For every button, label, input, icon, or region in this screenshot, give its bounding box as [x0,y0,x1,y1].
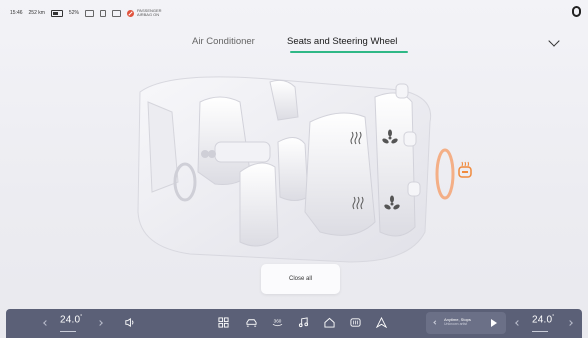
left-temperature[interactable]: 24.0° [60,314,82,325]
right-temperature[interactable]: 24.0° [532,314,554,325]
car-icon[interactable] [246,317,257,328]
tab-air-conditioner[interactable]: Air Conditioner [192,36,255,47]
right-temperature-underline [532,331,548,332]
play-icon[interactable] [491,319,497,327]
close-all-label: Close all [288,276,312,282]
signal-icon [84,9,94,17]
volume-icon[interactable] [124,317,135,328]
passenger-airbag-indicator: PASSENGER AIRBAG ON [126,8,162,18]
tab-seats-and-steering-wheel[interactable]: Seats and Steering Wheel [287,36,397,47]
close-all-button[interactable]: Close all [261,264,340,294]
defrost-icon[interactable] [350,317,361,328]
right-temp-decrease-icon[interactable] [515,320,521,326]
360-view-icon[interactable]: 360 [272,317,283,328]
tab-bar: Air Conditioner Seats and Steering Wheel [0,36,588,58]
left-temp-increase-icon[interactable] [97,320,103,326]
bluetooth-icon [99,9,106,17]
left-temperature-underline [60,331,76,332]
battery-percent: 52% [68,10,79,16]
airbag-icon [126,9,134,17]
left-temperature-value: 24.0 [60,314,81,326]
steering-wheel-heat-icon[interactable] [458,161,472,178]
media-player[interactable]: Anytime, Stops Unknown artist [426,312,506,334]
camera-icon [111,9,121,17]
battery-icon [50,9,63,17]
home-icon[interactable] [324,317,335,328]
active-tab-indicator [290,51,408,53]
previous-track-icon[interactable] [433,320,438,325]
seats-and-steering-screen: 15:46 252 km 52% PASSENGER AIRBAG ON Air… [0,0,588,338]
bottom-dock: 24.0° 360 Anytime, Stops Unknown artist … [6,309,582,338]
apps-icon[interactable] [218,317,229,328]
media-subtitle: Unknown artist [444,322,468,326]
navigation-icon[interactable] [376,317,387,328]
right-temperature-unit: ° [552,314,555,320]
right-temperature-value: 24.0 [532,314,553,326]
360-view-label: 360 [274,319,282,324]
left-temperature-unit: ° [80,314,83,320]
profile-icon[interactable] [572,6,581,17]
airbag-line2: AIRBAG ON [136,12,160,17]
clock: 15:46 [10,10,23,16]
status-bar: 15:46 252 km 52% PASSENGER AIRBAG ON [10,6,162,20]
right-temp-increase-icon[interactable] [567,320,573,326]
heated-steering-wheel-highlight[interactable] [435,148,455,200]
left-temp-decrease-icon[interactable] [43,320,49,326]
range-readout: 252 km [28,10,45,16]
music-icon[interactable] [298,317,309,328]
car-cabin-illustration [137,76,472,263]
